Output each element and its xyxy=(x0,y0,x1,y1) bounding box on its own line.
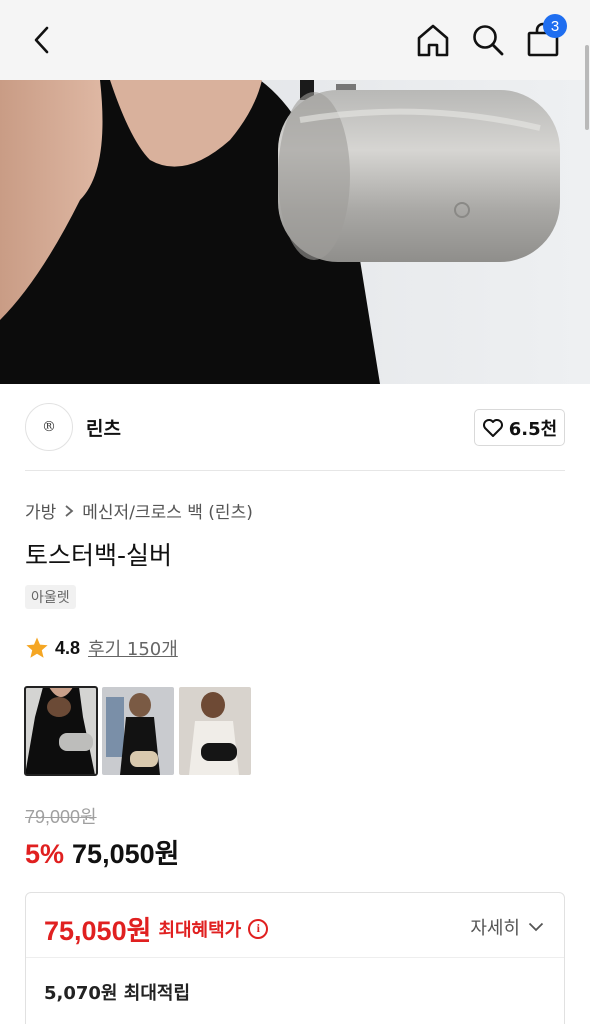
back-icon xyxy=(34,26,49,54)
sale-price: 75,050원 xyxy=(72,839,180,869)
info-icon[interactable]: i xyxy=(248,918,269,939)
max-benefit-label: 최대혜택가 xyxy=(158,919,242,941)
like-count: 6.5천 xyxy=(508,418,558,440)
review-count-link[interactable]: 후기 150개 xyxy=(88,635,178,661)
benefit-divider xyxy=(26,957,564,958)
brand-name-link[interactable]: 린츠 xyxy=(86,414,121,441)
thumbnail-black[interactable] xyxy=(179,687,251,775)
outlet-badge: 아울렛 xyxy=(25,585,76,609)
product-title: 토스터백-실버 xyxy=(25,541,173,570)
back-button[interactable] xyxy=(20,18,64,62)
scrollbar-thumb[interactable] xyxy=(585,45,589,130)
max-benefit-summary: 75,050원 최대혜택가 i xyxy=(44,909,269,948)
thumbnail-silver[interactable] xyxy=(24,686,98,776)
product-main-image[interactable] xyxy=(0,80,590,384)
rating-row: 4.8 후기 150개 xyxy=(25,635,178,661)
thumbnail-list xyxy=(24,686,251,776)
star-icon xyxy=(26,637,48,658)
benefit-detail-toggle[interactable]: 자세히 xyxy=(470,914,544,940)
product-photo xyxy=(0,80,590,384)
breadcrumb: 가방 메신저/크로스 백 (린츠) xyxy=(25,498,253,523)
max-benefit-panel: 75,050원 최대혜택가 i 자세히 5,070원 최대적립 xyxy=(25,892,565,1024)
cart-count-badge: 3 xyxy=(543,14,567,38)
breadcrumb-item-category[interactable]: 가방 xyxy=(25,498,56,523)
benefit-detail-label: 자세히 xyxy=(470,918,520,939)
home-button[interactable] xyxy=(411,18,455,62)
search-icon xyxy=(473,25,504,56)
brand-logo[interactable]: ® xyxy=(25,403,73,451)
max-benefit-price: 75,050원 xyxy=(44,916,152,946)
section-divider xyxy=(25,470,565,471)
original-price: 79,000원 xyxy=(25,807,97,827)
like-button[interactable]: 6.5천 xyxy=(474,409,565,446)
heart-icon xyxy=(482,418,503,437)
cart-button[interactable]: 3 xyxy=(521,14,567,62)
brand-logo-mark: ® xyxy=(42,419,56,435)
rating-value: 4.8 xyxy=(55,637,81,658)
breadcrumb-item-subcategory[interactable]: 메신저/크로스 백 (린츠) xyxy=(82,498,253,523)
price-row: 5% 75,050원 xyxy=(25,832,179,871)
thumbnail-beige[interactable] xyxy=(102,687,174,775)
chevron-right-icon xyxy=(65,504,74,517)
home-icon xyxy=(417,24,449,57)
search-button[interactable] xyxy=(466,18,510,62)
chevron-down-icon xyxy=(528,922,544,932)
discount-rate: 5% xyxy=(25,839,65,869)
top-navigation-bar: 3 xyxy=(0,0,590,80)
max-points: 5,070원 최대적립 xyxy=(44,983,191,1004)
